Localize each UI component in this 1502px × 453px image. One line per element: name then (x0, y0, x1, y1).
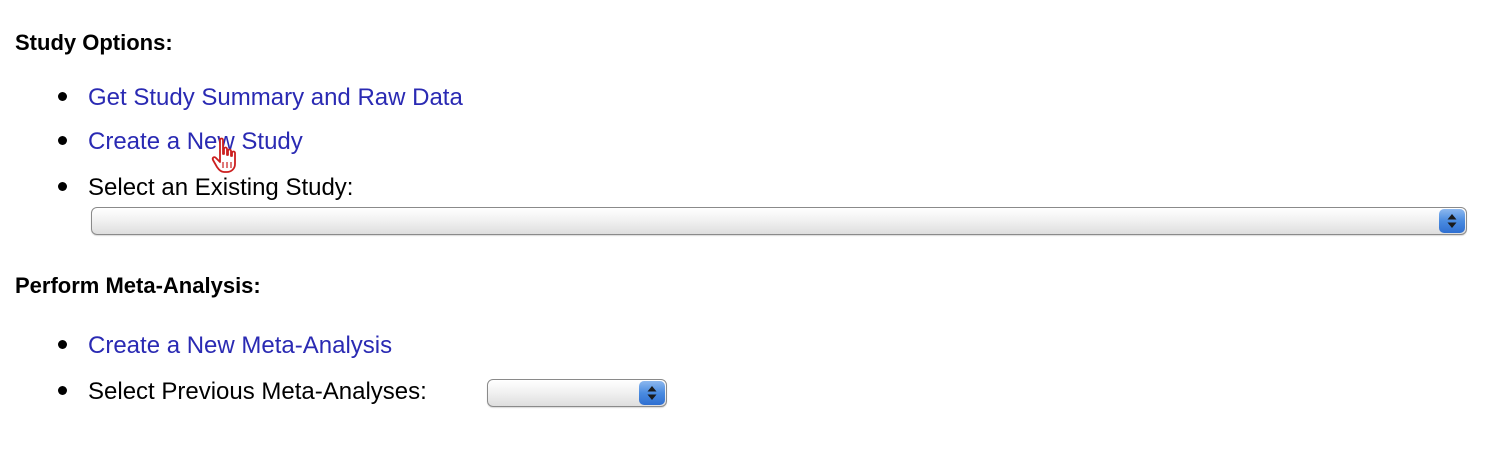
select-existing-study-label: Select an Existing Study: (88, 174, 354, 201)
bullet-icon (58, 386, 67, 396)
list-item-select-previous-meta-analyses: Select Previous Meta-Analyses: (58, 378, 427, 406)
list-item-get-study-summary: Get Study Summary and Raw Data (58, 84, 463, 112)
list-item-create-meta-analysis: Create a New Meta-Analysis (58, 332, 392, 360)
get-study-summary-link[interactable]: Get Study Summary and Raw Data (88, 84, 463, 111)
select-arrows-icon (1439, 209, 1465, 233)
select-previous-meta-analyses-label: Select Previous Meta-Analyses: (88, 378, 427, 405)
create-new-study-link[interactable]: Create a New Study (88, 128, 303, 155)
bullet-icon (58, 92, 67, 102)
select-arrows-icon (639, 381, 665, 405)
create-new-meta-analysis-link[interactable]: Create a New Meta-Analysis (88, 332, 392, 359)
list-item-create-study: Create a New Study (58, 128, 303, 156)
bullet-icon (58, 182, 67, 192)
existing-study-select[interactable] (91, 207, 1467, 235)
meta-analysis-heading: Perform Meta-Analysis: (15, 273, 261, 298)
hand-pointer-icon (211, 137, 236, 173)
bullet-icon (58, 340, 67, 350)
study-options-heading: Study Options: (15, 30, 173, 55)
previous-meta-analyses-select[interactable] (487, 379, 667, 407)
list-item-select-existing-study: Select an Existing Study: (58, 174, 353, 202)
bullet-icon (58, 136, 67, 146)
